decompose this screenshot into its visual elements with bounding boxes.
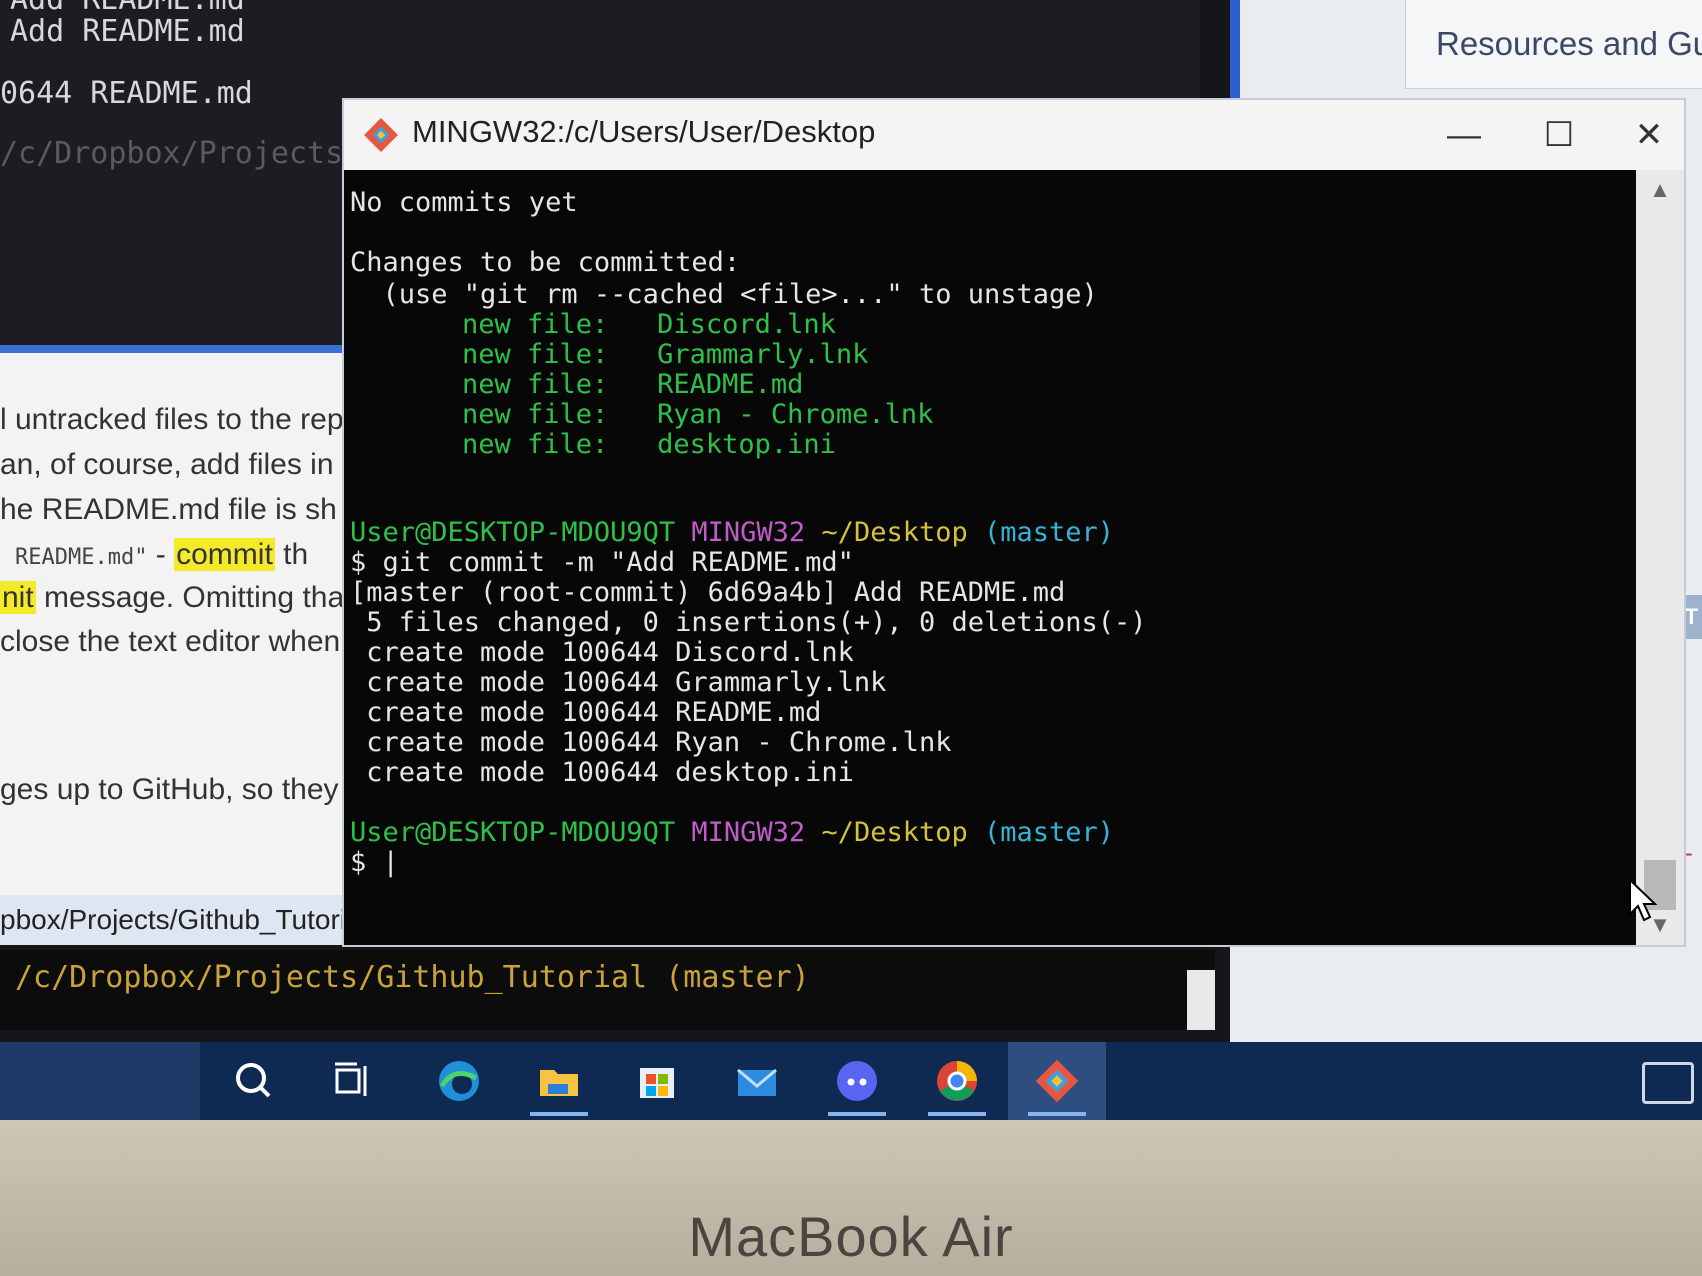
- console-line: create mode 100644 Ryan - Chrome.lnk: [350, 727, 952, 758]
- terminal-line: 0644 README.md: [0, 76, 253, 111]
- search-button[interactable]: [205, 1042, 303, 1120]
- search-icon: [236, 1063, 271, 1098]
- running-indicator: [828, 1112, 886, 1116]
- terminal-line: /c/Dropbox/Projects: [0, 136, 344, 171]
- staged-file-row: new file: README.md: [462, 370, 803, 400]
- scroll-up-icon[interactable]: ▲: [1636, 170, 1684, 210]
- git-bash-taskbar-button[interactable]: [1008, 1042, 1106, 1120]
- doc-text: th: [274, 538, 309, 571]
- maximize-button[interactable]: ☐: [1529, 110, 1589, 160]
- shell-prompt: User@DESKTOP-MDOU9QT MINGW32 ~/Desktop (…: [350, 518, 1114, 548]
- input-prompt[interactable]: $ |: [350, 848, 399, 878]
- background-terminal-bottom: /c/Dropbox/Projects/Github_Tutorial (mas…: [0, 950, 1215, 1030]
- staged-label: new file:: [462, 339, 609, 370]
- prompt-branch: (master): [984, 517, 1115, 548]
- tutorial-document: l untracked files to the rep an, of cour…: [0, 345, 355, 898]
- prompt-host: MINGW32: [691, 517, 806, 548]
- file-explorer-icon: [540, 1070, 578, 1096]
- doc-line: nit message. Omitting tha: [0, 581, 344, 615]
- git-bash-window: MINGW32:/c/Users/User/Desktop — ☐ ✕ No c…: [342, 98, 1686, 947]
- close-button[interactable]: ✕: [1619, 110, 1679, 160]
- staged-label: new file:: [462, 309, 609, 340]
- edge-button[interactable]: [410, 1042, 508, 1120]
- file-explorer-button[interactable]: [510, 1042, 608, 1120]
- discord-icon: [837, 1061, 877, 1101]
- window-edge: [1230, 0, 1240, 100]
- staged-filename: Discord.lnk: [657, 309, 836, 340]
- inline-code: README.md": [15, 545, 148, 570]
- mouse-pointer-icon: [1629, 878, 1658, 922]
- highlighted-term: nit: [0, 581, 36, 614]
- doc-line: an, of course, add files in: [0, 448, 334, 481]
- git-bash-icon: [364, 118, 398, 152]
- console-line: (use "git rm --cached <file>..." to unst…: [350, 279, 1098, 310]
- staged-file-row: new file: Ryan - Chrome.lnk: [462, 400, 933, 430]
- highlighted-term: commit: [174, 538, 275, 571]
- laptop-brand-label: MacBook Air: [688, 1205, 1014, 1268]
- prompt-user: User@DESKTOP-MDOU9QT: [350, 517, 676, 548]
- doc-dash: -: [147, 538, 175, 571]
- title-bar[interactable]: MINGW32:/c/Users/User/Desktop — ☐ ✕: [344, 100, 1684, 170]
- doc-line: ges up to GitHub, so they: [0, 773, 339, 806]
- mail-icon: [737, 1068, 777, 1096]
- staged-label: new file:: [462, 399, 609, 430]
- prompt-path: ~/Desktop: [821, 517, 968, 548]
- explorer-path-bar[interactable]: pbox/Projects/Github_Tutorial: [0, 895, 355, 945]
- console-line: [master (root-commit) 6d69a4b] Add READM…: [350, 577, 1066, 608]
- prompt-path: ~/Desktop: [821, 817, 968, 848]
- store-button[interactable]: [608, 1042, 706, 1120]
- staged-file-row: new file: Discord.lnk: [462, 310, 836, 340]
- console-line: create mode 100644 Discord.lnk: [350, 637, 854, 668]
- vertical-scrollbar[interactable]: ▲ ▼: [1636, 170, 1684, 945]
- staged-filename: Grammarly.lnk: [657, 339, 869, 370]
- discord-button[interactable]: [808, 1042, 906, 1120]
- git-bash-icon: [1035, 1059, 1079, 1103]
- running-indicator: [1028, 1112, 1086, 1116]
- browser-tab[interactable]: Resources and Gu: [1405, 0, 1702, 89]
- taskbar: [0, 1042, 1702, 1120]
- scrollbar[interactable]: [1187, 970, 1215, 1030]
- store-icon: [640, 1068, 674, 1098]
- prompt-host: MINGW32: [691, 817, 806, 848]
- running-indicator: [928, 1112, 986, 1116]
- console-line: Changes to be committed:: [350, 247, 741, 278]
- console-command: $ git commit -m "Add README.md": [350, 547, 854, 578]
- task-view-button[interactable]: [305, 1042, 403, 1120]
- minimize-button[interactable]: —: [1434, 110, 1494, 160]
- edge-icon: [439, 1061, 479, 1101]
- doc-line: l untracked files to the rep: [0, 403, 344, 436]
- running-indicator: [530, 1112, 588, 1116]
- chrome-button[interactable]: [908, 1042, 1006, 1120]
- window-title: MINGW32:/c/Users/User/Desktop: [412, 114, 876, 149]
- staged-file-row: new file: Grammarly.lnk: [462, 340, 868, 370]
- task-view-icon: [335, 1062, 367, 1096]
- staged-filename: desktop.ini: [657, 429, 836, 460]
- taskbar-search-area: [0, 1042, 200, 1120]
- doc-text: message. Omitting tha: [35, 581, 345, 614]
- console-line: No commits yet: [350, 187, 578, 218]
- terminal-line: Add README.md: [10, 14, 245, 49]
- shell-prompt: User@DESKTOP-MDOU9QT MINGW32 ~/Desktop (…: [350, 818, 1114, 848]
- doc-line: close the text editor when: [0, 625, 341, 658]
- console-line: create mode 100644 README.md: [350, 697, 822, 728]
- prompt-branch: (master): [984, 817, 1115, 848]
- chrome-icon: [937, 1061, 977, 1101]
- console-line: 5 files changed, 0 insertions(+), 0 dele…: [350, 607, 1147, 638]
- staged-label: new file:: [462, 369, 609, 400]
- staged-filename: Ryan - Chrome.lnk: [657, 399, 934, 430]
- staged-label: new file:: [462, 429, 609, 460]
- mail-button[interactable]: [708, 1042, 806, 1120]
- console-line: create mode 100644 desktop.ini: [350, 757, 854, 788]
- doc-line: he README.md file is sh: [0, 493, 337, 526]
- console-line: create mode 100644 Grammarly.lnk: [350, 667, 887, 698]
- staged-filename: README.md: [657, 369, 804, 400]
- prompt-user: User@DESKTOP-MDOU9QT: [350, 817, 676, 848]
- terminal-line: /c/Dropbox/Projects/Github_Tutorial (mas…: [15, 960, 810, 995]
- terminal-console[interactable]: No commits yet Changes to be committed: …: [344, 170, 1636, 945]
- notification-icon[interactable]: [1642, 1062, 1694, 1104]
- laptop-bezel: MacBook Air: [0, 1120, 1702, 1276]
- doc-line: README.md" - commit th: [15, 538, 308, 572]
- staged-file-row: new file: desktop.ini: [462, 430, 836, 460]
